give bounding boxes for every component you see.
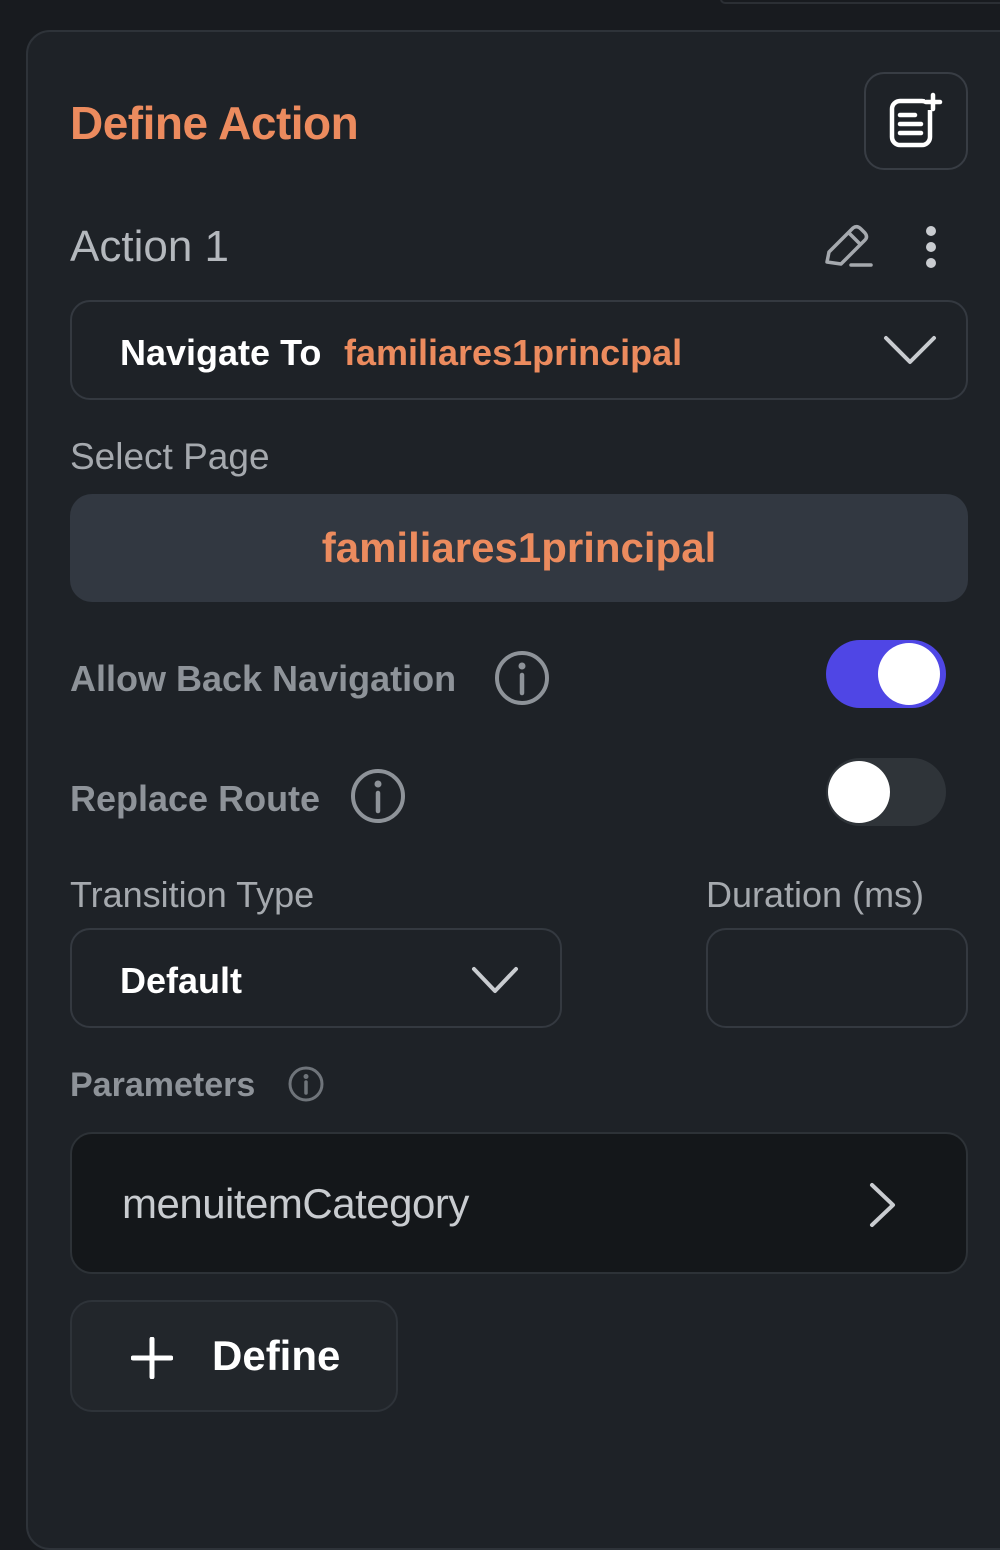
select-page-value: familiares1principal	[321, 524, 717, 571]
transition-type-value: Default	[120, 960, 243, 1001]
allow-back-navigation-label: Allow Back Navigation	[70, 658, 457, 699]
allow-back-navigation-toggle[interactable]	[826, 640, 946, 708]
more-vertical-icon	[926, 226, 936, 268]
select-page-label: Select Page	[70, 436, 270, 477]
panel-title: Define Action	[70, 97, 359, 149]
replace-route-toggle[interactable]	[826, 758, 946, 826]
replace-route-label: Replace Route	[70, 778, 321, 819]
parameter-item[interactable]: menuitemCategory	[70, 1132, 968, 1274]
chevron-right-icon	[862, 1180, 902, 1230]
parameter-name: menuitemCategory	[122, 1180, 469, 1227]
toggle-knob	[828, 761, 890, 823]
more-options-button[interactable]	[914, 222, 948, 272]
action-name: Action 1	[70, 222, 229, 271]
transition-type-dropdown[interactable]: Default	[70, 928, 562, 1028]
define-action-panel: Define Action Action 1 Navigate To famil…	[26, 30, 1000, 1550]
action-type-value: familiares1principal	[344, 332, 683, 373]
note-add-button[interactable]	[864, 72, 968, 170]
pencil-icon	[825, 224, 873, 267]
info-icon[interactable]	[348, 766, 408, 826]
duration-input[interactable]	[706, 928, 968, 1028]
action-type-label: Navigate To	[120, 332, 322, 373]
define-label: Define	[212, 1332, 341, 1379]
parameters-label: Parameters	[70, 1066, 256, 1104]
info-icon[interactable]	[492, 648, 552, 708]
info-icon[interactable]	[286, 1064, 326, 1104]
note-add-icon	[889, 92, 943, 148]
toggle-knob	[878, 643, 940, 705]
chevron-down-icon	[882, 330, 938, 370]
duration-label: Duration (ms)	[706, 874, 925, 915]
edit-action-button[interactable]	[820, 222, 876, 270]
select-page-button[interactable]: familiares1principal	[70, 494, 968, 602]
chevron-down-icon	[470, 962, 520, 998]
transition-type-label: Transition Type	[70, 874, 315, 915]
top-bar-edge	[720, 0, 1000, 4]
plus-icon	[130, 1336, 174, 1380]
action-type-dropdown[interactable]: Navigate To familiares1principal	[70, 300, 968, 400]
define-parameter-button[interactable]: Define	[70, 1300, 398, 1412]
